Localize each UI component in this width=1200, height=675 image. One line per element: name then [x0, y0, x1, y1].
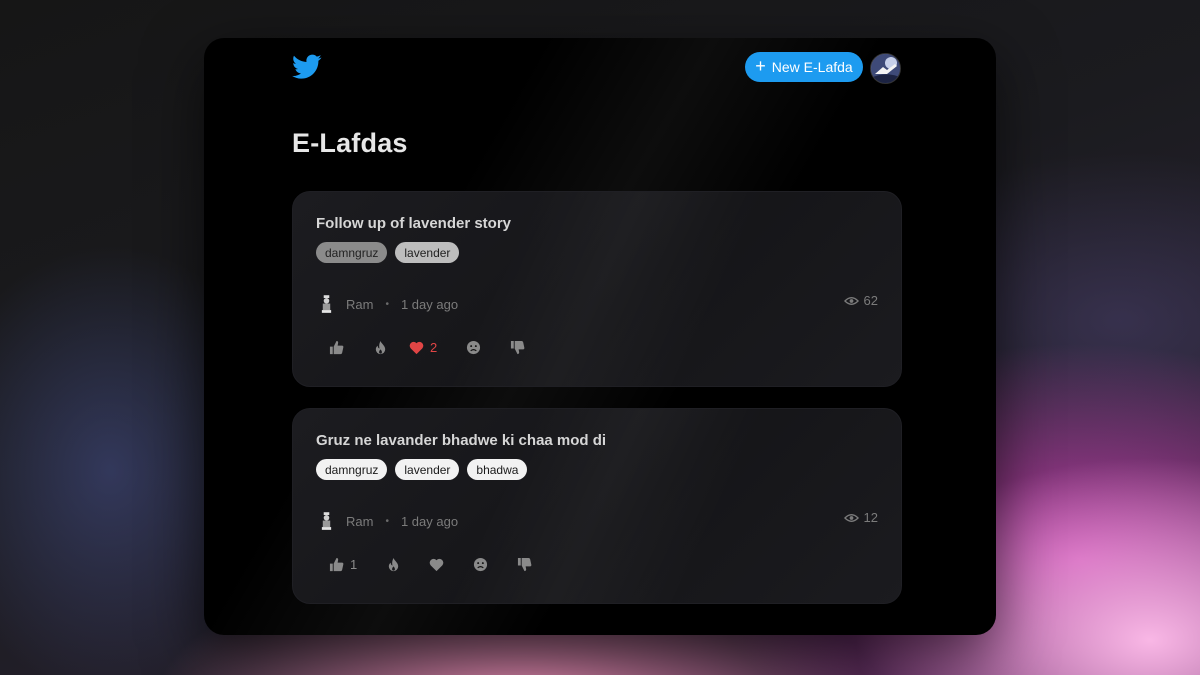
tag-chip[interactable]: bhadwa [467, 459, 528, 480]
sad-face-icon [473, 557, 488, 571]
view-count: 62 [843, 293, 878, 308]
view-count: 12 [843, 510, 878, 525]
heart-button[interactable] [429, 554, 473, 574]
post-tags: damngruz lavender [316, 242, 460, 263]
app-window: + New E-Lafda E-Lafdas Follow up of lave… [204, 38, 996, 635]
post-card[interactable]: Gruz ne lavander bhadwe ki chaa mod di d… [292, 408, 902, 604]
fire-button[interactable] [373, 337, 409, 357]
author-avatar[interactable] [316, 510, 336, 532]
post-time: 1 day ago [400, 296, 459, 312]
fire-button[interactable] [386, 554, 429, 574]
author-figure-icon [321, 294, 331, 313]
like-button[interactable]: 1 [329, 554, 386, 574]
author-name[interactable]: Ram [346, 514, 373, 529]
dislike-button[interactable] [517, 554, 547, 574]
tag-chip[interactable]: lavender [395, 242, 460, 263]
thumbs-down-icon [510, 340, 525, 354]
post-meta: Ram • 1 day ago [316, 293, 458, 315]
post-time: 1 day ago [400, 513, 459, 529]
sad-button[interactable] [473, 554, 517, 574]
author-name[interactable]: Ram [346, 297, 373, 312]
user-avatar[interactable] [870, 53, 901, 84]
sad-face-icon [466, 340, 481, 354]
eye-icon [843, 296, 859, 305]
new-e-lafda-label: New E-Lafda [771, 59, 853, 75]
post-tags: damngruz lavender bhadwa [316, 459, 528, 480]
heart-icon [409, 341, 424, 354]
thumbs-up-icon [329, 557, 344, 571]
view-count-value: 62 [863, 293, 878, 308]
reaction-bar: 2 [329, 337, 540, 357]
post-meta: Ram • 1 day ago [316, 510, 458, 532]
tag-chip[interactable]: damngruz [316, 459, 388, 480]
twitter-bird-icon[interactable] [292, 54, 322, 80]
fire-icon [375, 340, 386, 354]
thumbs-down-icon [517, 557, 532, 571]
fire-icon [388, 557, 399, 571]
like-button[interactable] [329, 337, 373, 357]
tag-chip[interactable]: lavender [395, 459, 460, 480]
new-e-lafda-button[interactable]: + New E-Lafda [745, 52, 863, 82]
author-figure-icon [321, 511, 331, 530]
plus-icon: + [755, 56, 766, 76]
heart-icon [429, 558, 444, 571]
page-title: E-Lafdas [292, 128, 408, 158]
post-card[interactable]: Follow up of lavender story damngruz lav… [292, 191, 902, 387]
post-title[interactable]: Gruz ne lavander bhadwe ki chaa mod di [316, 432, 606, 449]
thumbs-up-icon [329, 340, 344, 354]
heart-button[interactable]: 2 [409, 337, 466, 357]
meta-separator: • [385, 298, 389, 310]
avatar-image [871, 54, 900, 83]
eye-icon [843, 513, 859, 522]
post-title[interactable]: Follow up of lavender story [316, 215, 511, 232]
meta-separator: • [385, 515, 389, 527]
dislike-button[interactable] [510, 337, 540, 357]
sad-button[interactable] [466, 337, 510, 357]
tag-chip[interactable]: damngruz [316, 242, 388, 263]
view-count-value: 12 [863, 510, 878, 525]
reaction-bar: 1 [329, 554, 547, 574]
author-avatar[interactable] [316, 293, 336, 315]
